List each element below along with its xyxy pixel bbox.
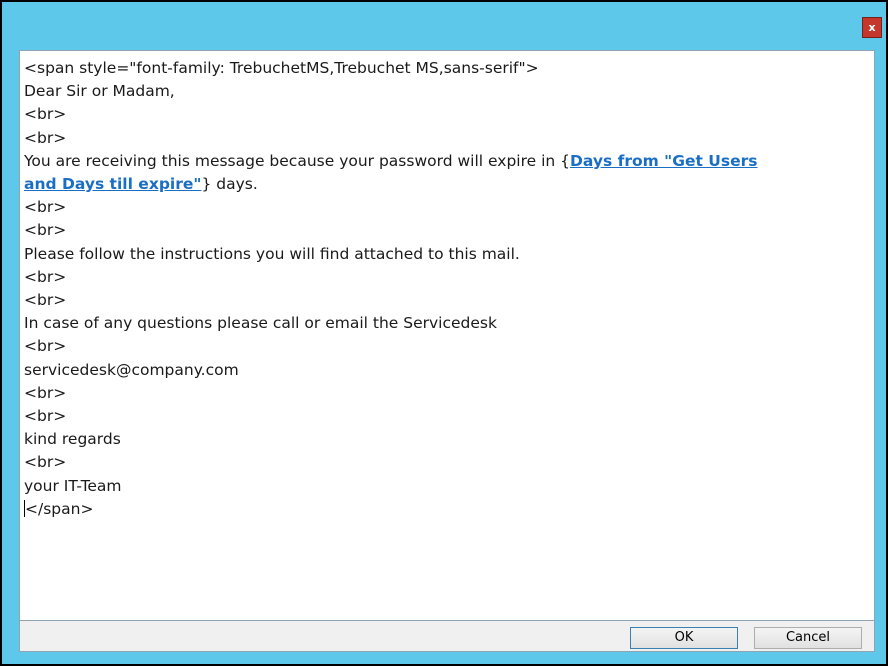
- editor-line-last: </span>: [24, 498, 874, 521]
- days-variable-link-continued[interactable]: and Days till expire": [24, 175, 201, 193]
- editor-line: <br>: [24, 291, 67, 310]
- ok-button[interactable]: OK: [630, 627, 738, 649]
- cancel-button-label: Cancel: [785, 630, 831, 645]
- editor-line: <br>: [24, 383, 67, 402]
- expire-text-suffix: } days.: [201, 175, 258, 194]
- editor-line: your IT-Team: [24, 476, 122, 495]
- editor-line: <br>: [24, 453, 67, 472]
- editor-line: In case of any questions please call or …: [24, 314, 497, 333]
- editor-line: <br>: [24, 221, 67, 240]
- editor-line: <span style="font-family: TrebuchetMS,Tr…: [24, 59, 539, 77]
- editor-line: Dear Sir or Madam,: [24, 82, 175, 101]
- editor-line: kind regards: [24, 430, 121, 449]
- title-bar[interactable]: x: [2, 2, 886, 50]
- days-variable-link[interactable]: Days from "Get Users: [570, 152, 757, 170]
- editor-line: <br>: [24, 407, 67, 426]
- closing-span-text: </span>: [25, 499, 94, 518]
- editor-line: Please follow the instructions you will …: [24, 244, 520, 263]
- editor-line: <br>: [24, 267, 67, 286]
- editor-line: <br>: [24, 105, 67, 124]
- close-icon: x: [868, 21, 876, 34]
- editor-line-expire: You are receiving this message because y…: [24, 150, 874, 173]
- editor-line: <br>: [24, 337, 67, 356]
- message-editor[interactable]: <span style="font-family: TrebuchetMS,Tr…: [19, 50, 875, 621]
- editor-line: <br>: [24, 198, 67, 217]
- ok-button-label: OK: [674, 630, 694, 645]
- expire-text-prefix: You are receiving this message because y…: [24, 151, 571, 170]
- cancel-button[interactable]: Cancel: [754, 627, 862, 649]
- button-bar: OK Cancel: [19, 621, 875, 652]
- close-button[interactable]: x: [862, 17, 882, 38]
- editor-line: servicedesk@company.com: [24, 360, 239, 379]
- dialog-window: x <span style="font-family: TrebuchetMS,…: [0, 0, 888, 666]
- editor-line-expire-continued: and Days till expire"} days.: [24, 173, 874, 196]
- editor-line: <br>: [24, 128, 67, 147]
